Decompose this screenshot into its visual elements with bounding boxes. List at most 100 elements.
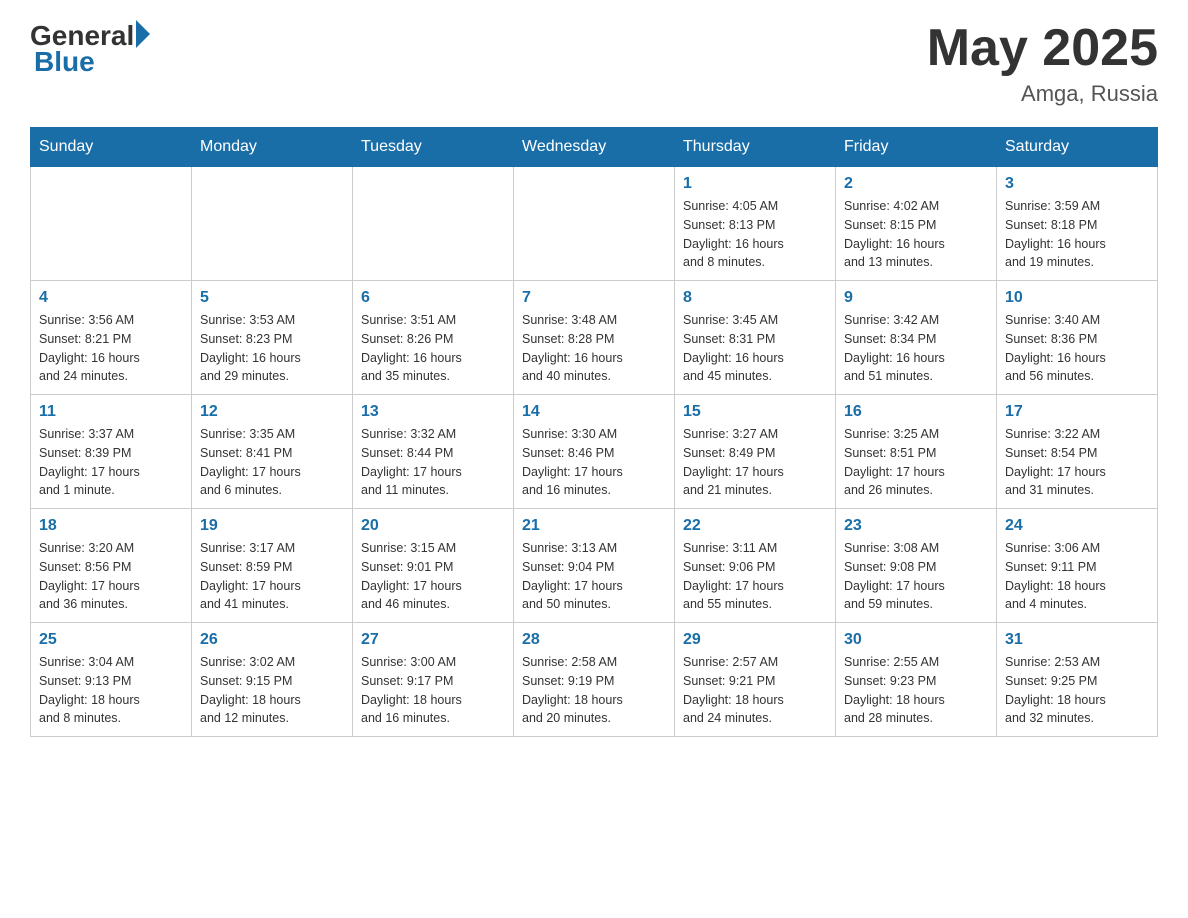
day-info-15: Sunrise: 3:27 AM Sunset: 8:49 PM Dayligh… <box>683 425 827 500</box>
day-cell-26: 26 Sunrise: 3:02 AM Sunset: 9:15 PM Dayli… <box>192 623 353 737</box>
day-cell-5: 5 Sunrise: 3:53 AM Sunset: 8:23 PM Daylig… <box>192 281 353 395</box>
day-number-24: 24 <box>1005 517 1149 535</box>
day-cell-24: 24 Sunrise: 3:06 AM Sunset: 9:11 PM Dayli… <box>997 509 1158 623</box>
day-cell-21: 21 Sunrise: 3:13 AM Sunset: 9:04 PM Dayli… <box>514 509 675 623</box>
day-info-3: Sunrise: 3:59 AM Sunset: 8:18 PM Dayligh… <box>1005 197 1149 272</box>
day-number-4: 4 <box>39 289 183 307</box>
day-cell-17: 17 Sunrise: 3:22 AM Sunset: 8:54 PM Dayli… <box>997 395 1158 509</box>
day-info-13: Sunrise: 3:32 AM Sunset: 8:44 PM Dayligh… <box>361 425 505 500</box>
day-number-6: 6 <box>361 289 505 307</box>
day-number-22: 22 <box>683 517 827 535</box>
location-subtitle: Amga, Russia <box>927 81 1158 107</box>
day-info-11: Sunrise: 3:37 AM Sunset: 8:39 PM Dayligh… <box>39 425 183 500</box>
logo-triangle-icon <box>136 20 150 48</box>
day-number-17: 17 <box>1005 403 1149 421</box>
empty-cell <box>514 167 675 281</box>
day-info-21: Sunrise: 3:13 AM Sunset: 9:04 PM Dayligh… <box>522 539 666 614</box>
day-number-20: 20 <box>361 517 505 535</box>
day-cell-25: 25 Sunrise: 3:04 AM Sunset: 9:13 PM Dayli… <box>31 623 192 737</box>
day-cell-19: 19Sunrise: 3:17 AM Sunset: 8:59 PM Dayli… <box>192 509 353 623</box>
day-info-20: Sunrise: 3:15 AM Sunset: 9:01 PM Dayligh… <box>361 539 505 614</box>
day-info-4: Sunrise: 3:56 AM Sunset: 8:21 PM Dayligh… <box>39 311 183 386</box>
day-cell-29: 29Sunrise: 2:57 AM Sunset: 9:21 PM Dayli… <box>675 623 836 737</box>
day-cell-4: 4 Sunrise: 3:56 AM Sunset: 8:21 PM Daylig… <box>31 281 192 395</box>
day-info-25: Sunrise: 3:04 AM Sunset: 9:13 PM Dayligh… <box>39 653 183 728</box>
day-number-23: 23 <box>844 517 988 535</box>
day-info-9: Sunrise: 3:42 AM Sunset: 8:34 PM Dayligh… <box>844 311 988 386</box>
day-number-19: 19 <box>200 517 344 535</box>
week-row-4: 18Sunrise: 3:20 AM Sunset: 8:56 PM Dayli… <box>31 509 1158 623</box>
column-header-monday: Monday <box>192 128 353 167</box>
day-info-5: Sunrise: 3:53 AM Sunset: 8:23 PM Dayligh… <box>200 311 344 386</box>
day-cell-6: 6 Sunrise: 3:51 AM Sunset: 8:26 PM Daylig… <box>353 281 514 395</box>
column-header-thursday: Thursday <box>675 128 836 167</box>
column-header-tuesday: Tuesday <box>353 128 514 167</box>
day-info-24: Sunrise: 3:06 AM Sunset: 9:11 PM Dayligh… <box>1005 539 1149 614</box>
day-number-21: 21 <box>522 517 666 535</box>
day-info-17: Sunrise: 3:22 AM Sunset: 8:54 PM Dayligh… <box>1005 425 1149 500</box>
day-cell-7: 7 Sunrise: 3:48 AM Sunset: 8:28 PM Daylig… <box>514 281 675 395</box>
day-info-12: Sunrise: 3:35 AM Sunset: 8:41 PM Dayligh… <box>200 425 344 500</box>
page-header: General Blue May 2025 Amga, Russia <box>30 20 1158 107</box>
day-info-28: Sunrise: 2:58 AM Sunset: 9:19 PM Dayligh… <box>522 653 666 728</box>
day-number-3: 3 <box>1005 175 1149 193</box>
column-header-friday: Friday <box>836 128 997 167</box>
day-cell-30: 30 Sunrise: 2:55 AM Sunset: 9:23 PM Dayli… <box>836 623 997 737</box>
day-cell-8: 8 Sunrise: 3:45 AM Sunset: 8:31 PM Daylig… <box>675 281 836 395</box>
day-info-10: Sunrise: 3:40 AM Sunset: 8:36 PM Dayligh… <box>1005 311 1149 386</box>
day-number-1: 1 <box>683 175 827 193</box>
column-header-wednesday: Wednesday <box>514 128 675 167</box>
day-number-30: 30 <box>844 631 988 649</box>
day-number-2: 2 <box>844 175 988 193</box>
day-info-23: Sunrise: 3:08 AM Sunset: 9:08 PM Dayligh… <box>844 539 988 614</box>
day-number-5: 5 <box>200 289 344 307</box>
day-number-28: 28 <box>522 631 666 649</box>
logo: General Blue <box>30 20 150 78</box>
day-cell-3: 3 Sunrise: 3:59 AM Sunset: 8:18 PM Daylig… <box>997 167 1158 281</box>
day-cell-14: 14 Sunrise: 3:30 AM Sunset: 8:46 PM Dayli… <box>514 395 675 509</box>
day-number-25: 25 <box>39 631 183 649</box>
day-cell-16: 16 Sunrise: 3:25 AM Sunset: 8:51 PM Dayli… <box>836 395 997 509</box>
day-number-9: 9 <box>844 289 988 307</box>
day-number-16: 16 <box>844 403 988 421</box>
day-info-1: Sunrise: 4:05 AM Sunset: 8:13 PM Dayligh… <box>683 197 827 272</box>
calendar-header-row: SundayMondayTuesdayWednesdayThursdayFrid… <box>31 128 1158 167</box>
day-number-13: 13 <box>361 403 505 421</box>
day-info-22: Sunrise: 3:11 AM Sunset: 9:06 PM Dayligh… <box>683 539 827 614</box>
day-info-6: Sunrise: 3:51 AM Sunset: 8:26 PM Dayligh… <box>361 311 505 386</box>
logo-blue-text: Blue <box>34 46 95 78</box>
day-info-2: Sunrise: 4:02 AM Sunset: 8:15 PM Dayligh… <box>844 197 988 272</box>
day-cell-11: 11Sunrise: 3:37 AM Sunset: 8:39 PM Dayli… <box>31 395 192 509</box>
day-info-16: Sunrise: 3:25 AM Sunset: 8:51 PM Dayligh… <box>844 425 988 500</box>
day-cell-10: 10 Sunrise: 3:40 AM Sunset: 8:36 PM Dayli… <box>997 281 1158 395</box>
day-cell-2: 2 Sunrise: 4:02 AM Sunset: 8:15 PM Daylig… <box>836 167 997 281</box>
day-info-14: Sunrise: 3:30 AM Sunset: 8:46 PM Dayligh… <box>522 425 666 500</box>
day-cell-9: 9 Sunrise: 3:42 AM Sunset: 8:34 PM Daylig… <box>836 281 997 395</box>
column-header-saturday: Saturday <box>997 128 1158 167</box>
day-cell-20: 20 Sunrise: 3:15 AM Sunset: 9:01 PM Dayli… <box>353 509 514 623</box>
day-cell-28: 28 Sunrise: 2:58 AM Sunset: 9:19 PM Dayli… <box>514 623 675 737</box>
day-info-8: Sunrise: 3:45 AM Sunset: 8:31 PM Dayligh… <box>683 311 827 386</box>
day-number-26: 26 <box>200 631 344 649</box>
day-cell-27: 27Sunrise: 3:00 AM Sunset: 9:17 PM Dayli… <box>353 623 514 737</box>
day-number-14: 14 <box>522 403 666 421</box>
title-section: May 2025 Amga, Russia <box>927 20 1158 107</box>
day-info-26: Sunrise: 3:02 AM Sunset: 9:15 PM Dayligh… <box>200 653 344 728</box>
day-number-31: 31 <box>1005 631 1149 649</box>
day-info-7: Sunrise: 3:48 AM Sunset: 8:28 PM Dayligh… <box>522 311 666 386</box>
day-cell-15: 15Sunrise: 3:27 AM Sunset: 8:49 PM Dayli… <box>675 395 836 509</box>
day-number-7: 7 <box>522 289 666 307</box>
day-info-30: Sunrise: 2:55 AM Sunset: 9:23 PM Dayligh… <box>844 653 988 728</box>
day-cell-22: 22 Sunrise: 3:11 AM Sunset: 9:06 PM Dayli… <box>675 509 836 623</box>
day-cell-23: 23 Sunrise: 3:08 AM Sunset: 9:08 PM Dayli… <box>836 509 997 623</box>
day-cell-18: 18Sunrise: 3:20 AM Sunset: 8:56 PM Dayli… <box>31 509 192 623</box>
day-info-31: Sunrise: 2:53 AM Sunset: 9:25 PM Dayligh… <box>1005 653 1149 728</box>
day-number-8: 8 <box>683 289 827 307</box>
empty-cell <box>353 167 514 281</box>
day-cell-31: 31 Sunrise: 2:53 AM Sunset: 9:25 PM Dayli… <box>997 623 1158 737</box>
day-number-10: 10 <box>1005 289 1149 307</box>
week-row-1: 1 Sunrise: 4:05 AM Sunset: 8:13 PM Daylig… <box>31 167 1158 281</box>
column-header-sunday: Sunday <box>31 128 192 167</box>
day-info-27: Sunrise: 3:00 AM Sunset: 9:17 PM Dayligh… <box>361 653 505 728</box>
day-info-18: Sunrise: 3:20 AM Sunset: 8:56 PM Dayligh… <box>39 539 183 614</box>
